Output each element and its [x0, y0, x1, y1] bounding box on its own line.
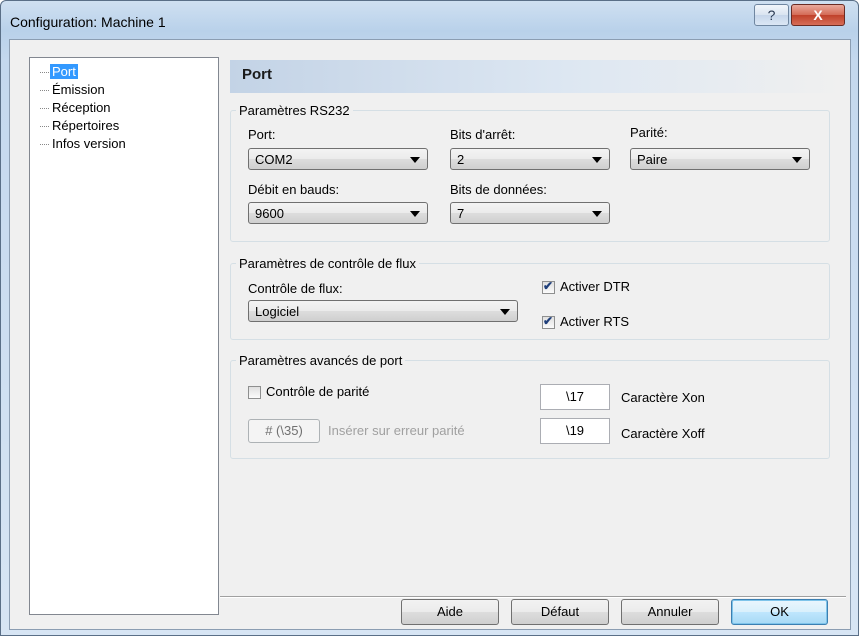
insert-on-parity-error-label: Insérer sur erreur parité [328, 423, 465, 438]
tree-item-port[interactable]: Port [40, 63, 78, 81]
ok-button[interactable]: OK [731, 599, 828, 625]
dtr-checkbox[interactable]: ✔ [542, 279, 555, 294]
tree-line [40, 72, 49, 74]
button-separator [220, 596, 846, 598]
advanced-group-label: Paramètres avancés de port [236, 353, 406, 368]
xoff-char-input[interactable]: \19 [540, 418, 610, 444]
settings-tree: Port Émission Réception Répertoires Info… [29, 57, 219, 615]
parity-check-checkbox[interactable] [248, 386, 261, 399]
rs232-group-label: Paramètres RS232 [236, 103, 353, 118]
panel-title: Port [242, 66, 272, 83]
tree-item-label: Répertoires [52, 118, 120, 133]
configuration-dialog: Configuration: Machine 1 ? X Port Émissi… [0, 0, 859, 636]
flow-control-select-value: Logiciel [255, 304, 300, 319]
chevron-down-icon [500, 309, 510, 315]
flow-control-select[interactable]: Logiciel [248, 300, 518, 322]
tree-item-emission[interactable]: Émission [40, 81, 107, 99]
checkmark-icon: ✔ [543, 279, 554, 293]
tree-line [40, 108, 49, 110]
parity-select[interactable]: Paire [630, 148, 810, 170]
databits-select[interactable]: 7 [450, 202, 610, 224]
dialog-client-area: Port Émission Réception Répertoires Info… [9, 39, 851, 630]
tree-line [40, 90, 49, 92]
xoff-char-label: Caractère Xoff [621, 426, 705, 441]
tree-item-label: Réception [52, 100, 111, 115]
parity-check-label: Contrôle de parité [266, 384, 370, 399]
rts-label: Activer RTS [560, 314, 630, 329]
xon-char-label: Caractère Xon [621, 390, 705, 405]
help-icon[interactable]: ? [754, 4, 789, 26]
baud-select-value: 9600 [255, 206, 284, 221]
rts-checkbox[interactable]: ✔ [542, 314, 555, 329]
chevron-down-icon [410, 211, 420, 217]
advanced-group [230, 360, 830, 459]
title-bar[interactable]: Configuration: Machine 1 ? X [1, 1, 858, 39]
chevron-down-icon [592, 157, 602, 163]
tree-item-label: Port [50, 64, 78, 79]
dtr-label: Activer DTR [560, 279, 631, 294]
window-title: Configuration: Machine 1 [10, 14, 166, 30]
port-select-value: COM2 [255, 152, 293, 167]
panel-header: Port [230, 60, 843, 93]
cancel-button[interactable]: Annuler [621, 599, 719, 625]
xon-char-input[interactable]: \17 [540, 384, 610, 410]
insert-char-button[interactable]: # (\35) [248, 419, 320, 443]
baud-label: Débit en bauds: [248, 182, 340, 197]
parity-select-value: Paire [637, 152, 668, 167]
help-button[interactable]: Aide [401, 599, 499, 625]
port-select[interactable]: COM2 [248, 148, 428, 170]
tree-item-label: Infos version [52, 136, 126, 151]
databits-label: Bits de données: [450, 182, 547, 197]
stopbits-label: Bits d'arrêt: [450, 127, 516, 142]
parity-label: Parité: [630, 125, 668, 140]
tree-item-label: Émission [52, 82, 105, 97]
flow-group-label: Paramètres de contrôle de flux [236, 256, 420, 271]
tree-line [40, 126, 49, 128]
stopbits-select-value: 2 [457, 152, 465, 167]
close-icon[interactable]: X [791, 4, 845, 26]
flow-control-label: Contrôle de flux: [248, 281, 343, 296]
default-button[interactable]: Défaut [511, 599, 609, 625]
chevron-down-icon [792, 157, 802, 163]
tree-item-repertoires[interactable]: Répertoires [40, 117, 121, 135]
databits-select-value: 7 [457, 206, 465, 221]
tree-item-reception[interactable]: Réception [40, 99, 113, 117]
chevron-down-icon [592, 211, 602, 217]
tree-item-infos-version[interactable]: Infos version [40, 135, 128, 153]
chevron-down-icon [410, 157, 420, 163]
stopbits-select[interactable]: 2 [450, 148, 610, 170]
tree-line [40, 144, 49, 146]
port-label: Port: [248, 127, 276, 142]
checkmark-icon: ✔ [543, 314, 554, 328]
baud-select[interactable]: 9600 [248, 202, 428, 224]
